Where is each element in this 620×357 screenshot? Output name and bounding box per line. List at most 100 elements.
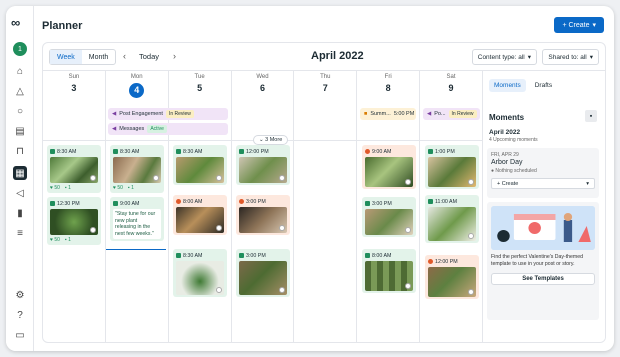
post-card[interactable]: 8:00 AM xyxy=(362,249,416,293)
view-month-button[interactable]: Month xyxy=(82,50,115,64)
planner-icon[interactable]: ▦ xyxy=(13,166,27,180)
create-button-label: + Create xyxy=(562,21,590,29)
post-card[interactable]: 8:00 AM xyxy=(173,195,227,235)
avatar xyxy=(153,175,159,181)
app-window: ∞ 1 ⌂ △ ○ ▤ ⊓ ▦ ◁ ▮ ≡ ⚙ ? ▭ Planner + Cr… xyxy=(6,6,614,351)
avatar xyxy=(90,175,96,181)
tab-drafts[interactable]: Drafts xyxy=(530,79,557,92)
settings-icon[interactable]: ⚙ xyxy=(13,288,27,302)
avatar xyxy=(279,225,285,231)
create-button[interactable]: + Create ▾ xyxy=(554,17,604,33)
menu-icon[interactable]: ≡ xyxy=(13,226,27,240)
all-day-event[interactable]: ◀ Po... In Review xyxy=(423,108,480,120)
facebook-post-icon xyxy=(50,149,55,154)
post-card[interactable]: 3:00 PM xyxy=(362,197,416,237)
day-number[interactable]: 8 xyxy=(357,83,419,93)
post-thumbnail xyxy=(365,261,413,291)
post-card[interactable]: 3:00 PM xyxy=(236,249,290,297)
post-time: 11:00 AM xyxy=(435,198,457,205)
post-card[interactable]: 12:00 PM xyxy=(236,145,290,185)
moment-create-label: + Create xyxy=(497,180,519,187)
day-number[interactable]: 3 xyxy=(43,83,105,93)
post-time: 1:00 PM xyxy=(435,148,455,155)
post-time: 8:00 AM xyxy=(183,198,203,205)
post-card[interactable]: 3:00 PM xyxy=(236,195,290,235)
next-week-icon[interactable]: › xyxy=(173,51,176,61)
avatar xyxy=(216,287,222,293)
post-time: 3:00 PM xyxy=(246,198,266,205)
meta-logo-icon[interactable]: ∞ xyxy=(11,15,20,30)
post-card[interactable]: 12:30 PM ♥ 50 ▪ 1 xyxy=(47,197,101,245)
all-day-event[interactable]: ■ Summ... 5:00 PM xyxy=(360,108,416,120)
shared-to-dropdown[interactable]: Shared to: all ▾ xyxy=(542,49,599,65)
day-number[interactable]: 9 xyxy=(420,83,482,93)
post-card[interactable]: 9:00 AM "Stay tune for our new plant rel… xyxy=(110,197,164,241)
commerce-icon[interactable]: ⊓ xyxy=(13,144,27,158)
event-label: Post Engagement xyxy=(119,111,163,117)
left-nav-rail: ∞ 1 ⌂ △ ○ ▤ ⊓ ▦ ◁ ▮ ≡ ⚙ ? ▭ xyxy=(6,6,34,351)
moments-count: 4 Upcoming moments xyxy=(489,137,538,143)
week-grid: Sun 3 Mon 4 Tue 5 Wed 6 Thu 7 Fri 8 Sat … xyxy=(43,71,483,342)
post-thumbnail xyxy=(365,209,413,235)
insights-icon[interactable]: ▮ xyxy=(13,206,27,220)
event-time: 5:00 PM xyxy=(393,111,415,117)
facebook-post-icon xyxy=(365,253,370,258)
calendar-toolbar: Week Month ‹ Today › April 2022 Content … xyxy=(43,43,605,71)
post-time: 8:00 AM xyxy=(372,252,392,259)
post-card[interactable]: 11:00 AM xyxy=(425,195,479,243)
content-type-label: Content type: all xyxy=(477,53,525,61)
day-name: Fri xyxy=(384,74,392,80)
facebook-post-icon xyxy=(428,199,433,204)
view-week-button[interactable]: Week xyxy=(50,50,82,64)
instagram-post-icon xyxy=(365,149,370,154)
post-thumbnail xyxy=(50,209,98,235)
post-card[interactable]: 1:00 PM xyxy=(425,145,479,189)
post-card[interactable]: 9:00 AM xyxy=(362,145,416,189)
more-label: 3 More xyxy=(265,137,283,143)
moment-name: Arbor Day xyxy=(491,159,523,166)
post-time: 3:00 PM xyxy=(246,252,266,259)
more-events-button[interactable]: ⌄ 3 More xyxy=(253,135,289,145)
post-thumbnail xyxy=(176,157,224,183)
see-templates-button[interactable]: See Templates xyxy=(491,272,595,285)
inbox-icon[interactable]: ○ xyxy=(13,104,27,118)
all-day-event[interactable]: ◀ Messages Active xyxy=(108,123,228,135)
moment-create-button[interactable]: + Create ▾ xyxy=(491,178,595,189)
feedback-icon[interactable]: ▭ xyxy=(13,328,27,342)
day-number[interactable]: 5 xyxy=(169,83,231,93)
chevron-down-icon: ▾ xyxy=(589,54,593,61)
post-time: 9:00 AM xyxy=(372,148,392,155)
status-badge: In Review xyxy=(165,110,194,118)
post-time: 3:00 PM xyxy=(372,200,392,207)
month-label: April 2022 xyxy=(311,50,364,62)
all-day-event[interactable]: ◀ Post Engagement In Review xyxy=(108,108,228,120)
post-card[interactable]: 8:30 AM xyxy=(173,145,227,185)
help-icon[interactable]: ? xyxy=(13,308,27,322)
day-number[interactable]: 6 xyxy=(232,83,294,93)
collapse-icon[interactable]: ▪ xyxy=(585,110,597,122)
post-card[interactable]: 8:30 AM ♥ 50 ▪ 1 xyxy=(110,145,164,193)
ads-icon[interactable]: ◁ xyxy=(13,186,27,200)
tab-moments[interactable]: Moments xyxy=(489,79,526,92)
notifications-icon[interactable]: △ xyxy=(13,84,27,98)
prev-week-icon[interactable]: ‹ xyxy=(123,51,126,61)
account-avatar-icon[interactable]: 1 xyxy=(13,42,27,56)
today-button[interactable]: Today xyxy=(139,52,159,61)
instagram-post-icon xyxy=(428,259,433,264)
home-icon[interactable]: ⌂ xyxy=(13,64,27,78)
moment-date: FRI, APR 29 xyxy=(491,152,519,158)
facebook-post-icon xyxy=(428,149,433,154)
valentines-illustration xyxy=(491,206,595,250)
post-time: 12:00 PM xyxy=(435,258,458,265)
content-icon[interactable]: ▤ xyxy=(13,124,27,138)
day-number-selected[interactable]: 4 xyxy=(129,83,145,98)
post-card[interactable]: 12:00 PM xyxy=(425,255,479,299)
post-card[interactable]: 8:30 AM ♥ 50 ▪ 1 xyxy=(47,145,101,193)
megaphone-icon: ◀ xyxy=(112,111,117,117)
content-type-dropdown[interactable]: Content type: all ▾ xyxy=(471,49,537,65)
post-time: 8:30 AM xyxy=(183,148,203,155)
post-card[interactable]: 8:30 AM xyxy=(173,249,227,297)
day-number[interactable]: 7 xyxy=(294,83,356,93)
event-label: Messages xyxy=(119,126,145,132)
current-time-indicator xyxy=(106,249,166,250)
